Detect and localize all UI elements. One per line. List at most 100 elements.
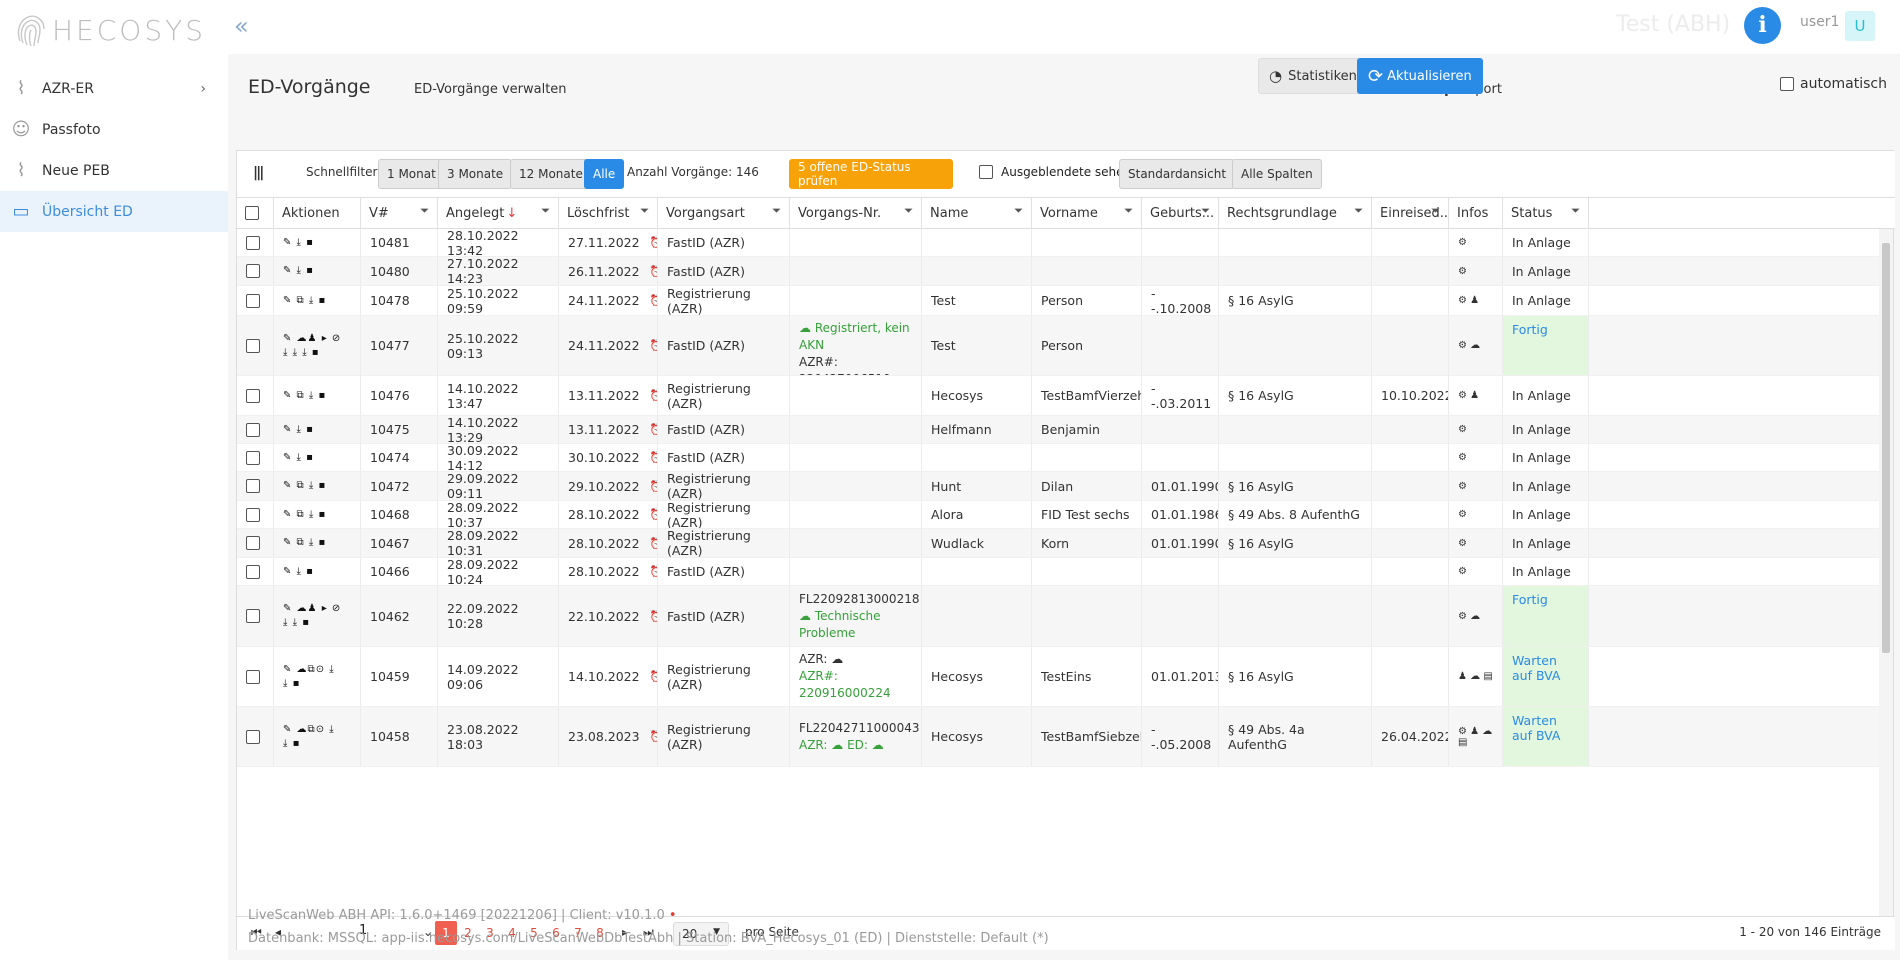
info-icons[interactable]: ⚙ [1458, 509, 1467, 520]
action-icons[interactable]: ⤓ ⤓ ⤓ ▪ [283, 346, 341, 360]
row-actions[interactable]: ✎ ⧉ ⤓ ▪ [283, 294, 326, 308]
filter-icon[interactable]: ⏷ [541, 204, 550, 218]
table-row[interactable]: ✎ ☁⧉⊙ ⤓ ⤓ ▪ 10458 23.08.2022 18:03 23.08.202… [237, 707, 1879, 767]
action-icons[interactable]: ✎ ⤓ ▪ [283, 565, 314, 579]
table-row[interactable]: ✎ ⧉ ⤓ ▪ 10472 29.09.2022 09:11 29.10.2022 ⏰ R… [237, 472, 1879, 501]
info-icons[interactable]: ⚙ ♟ ☁▤ [1458, 726, 1493, 748]
auto-refresh-toggle[interactable]: automatisch [1780, 76, 1887, 92]
table-row[interactable]: ✎ ⧉ ⤓ ▪ 10468 28.09.2022 10:37 28.10.2022 ⏰ R… [237, 501, 1879, 529]
row-checkbox[interactable] [246, 293, 260, 308]
sidebar-item-2[interactable]: ⌇ Neue PEB [0, 150, 228, 191]
column-header-10[interactable]: Einreised... ⏷ [1372, 198, 1449, 230]
filter-icon[interactable]: ⏷ [904, 204, 913, 218]
action-icons[interactable]: ✎ ☁♟ ▸ ⊘ [283, 332, 341, 346]
column-header-11[interactable]: Infos [1449, 198, 1503, 230]
row-checkbox[interactable] [246, 564, 260, 579]
filter-icon[interactable]: ⏷ [1201, 204, 1210, 218]
alarm-clock-icon[interactable]: ⏰ [650, 294, 657, 307]
action-icons[interactable]: ✎ ⧉ ⤓ ▪ [283, 479, 326, 493]
table-row[interactable]: ✎ ⤓ ▪ 10466 28.09.2022 10:24 28.10.2022 ⏰ Fas… [237, 558, 1879, 586]
row-checkbox[interactable] [246, 479, 260, 493]
sidebar-item-0[interactable]: ⌇ AZR-ER › [0, 68, 228, 109]
table-row[interactable]: ✎ ☁⧉⊙ ⤓ ⤓ ▪ 10459 14.09.2022 09:06 14.10.202… [237, 647, 1879, 707]
row-checkbox[interactable] [246, 388, 260, 403]
filter-12-months-button[interactable]: 12 Monate [510, 159, 592, 189]
filter-icon[interactable]: ⏷ [1431, 204, 1440, 218]
row-checkbox[interactable] [246, 422, 260, 437]
row-actions[interactable]: ✎ ☁⧉⊙ ⤓ ⤓ ▪ [283, 723, 335, 751]
row-checkbox[interactable] [246, 338, 260, 353]
alarm-clock-icon[interactable]: ⏰ [650, 730, 657, 743]
row-actions[interactable]: ✎ ⤓ ▪ [283, 423, 314, 437]
info-icons[interactable]: ♟ ☁ ▤ [1458, 671, 1493, 682]
alarm-clock-icon[interactable]: ⏰ [650, 508, 657, 521]
refresh-button[interactable]: ⟳ Aktualisieren [1357, 58, 1483, 94]
action-icons[interactable]: ✎ ⧉ ⤓ ▪ [283, 389, 326, 403]
info-icons[interactable]: ⚙ ♟ [1458, 390, 1479, 401]
column-header-3[interactable]: Löschfrist ⏷ [559, 198, 658, 230]
table-row[interactable]: ✎ ⤓ ▪ 10481 28.10.2022 13:42 27.11.2022 ⏰ Fas… [237, 229, 1879, 257]
row-checkbox[interactable] [246, 235, 260, 250]
alarm-clock-icon[interactable]: ⏰ [650, 265, 657, 278]
alarm-clock-icon[interactable]: ⏰ [650, 339, 657, 352]
action-icons[interactable]: ✎ ⧉ ⤓ ▪ [283, 294, 326, 308]
action-icons[interactable]: ✎ ⧉ ⤓ ▪ [283, 536, 326, 550]
action-icons[interactable]: ✎ ☁⧉⊙ ⤓ [283, 723, 335, 737]
row-actions[interactable]: ✎ ☁♟ ▸ ⊘ ⤓ ⤓ ⤓ ▪ [283, 332, 341, 360]
table-row[interactable]: ✎ ☁♟ ▸ ⊘ ⤓ ⤓ ▪ 10462 22.09.2022 10:28 22.10.… [237, 586, 1879, 647]
table-row[interactable]: ✎ ⧉ ⤓ ▪ 10478 25.10.2022 09:59 24.11.2022 ⏰ R… [237, 286, 1879, 316]
row-actions[interactable]: ✎ ☁⧉⊙ ⤓ ⤓ ▪ [283, 663, 335, 691]
row-actions[interactable]: ✎ ☁♟ ▸ ⊘ ⤓ ⤓ ▪ [283, 602, 341, 630]
filter-icon[interactable]: ⏷ [1014, 204, 1023, 218]
statistics-button[interactable]: ◔ Statistiken [1258, 58, 1368, 94]
column-header-8[interactable]: Geburts... ⏷ [1142, 198, 1219, 230]
table-row[interactable]: ✎ ⧉ ⤓ ▪ 10476 14.10.2022 13:47 13.11.2022 ⏰ R… [237, 376, 1879, 416]
row-checkbox[interactable] [246, 450, 260, 465]
status-badge[interactable]: Warten auf BVA [1512, 653, 1560, 683]
alarm-clock-icon[interactable]: ⏰ [650, 610, 657, 623]
status-badge[interactable]: Fortig [1512, 322, 1548, 337]
alarm-clock-icon[interactable]: ⏰ [650, 451, 657, 464]
column-header-7[interactable]: Vorname ⏷ [1032, 198, 1142, 230]
sidebar-item-3[interactable]: ▭ Übersicht ED [0, 191, 228, 232]
row-checkbox[interactable] [246, 609, 260, 623]
column-header-12[interactable]: Status ⏷ [1503, 198, 1589, 230]
user-name[interactable]: user1 [1800, 14, 1839, 30]
column-header-9[interactable]: Rechtsgrundlage ⏷ [1219, 198, 1372, 230]
alarm-clock-icon[interactable]: ⏰ [650, 565, 657, 578]
info-icons[interactable]: ⚙ [1458, 538, 1467, 549]
row-actions[interactable]: ✎ ⧉ ⤓ ▪ [283, 389, 326, 403]
action-icons[interactable]: ✎ ☁♟ ▸ ⊘ [283, 602, 341, 616]
alarm-clock-icon[interactable]: ⏰ [650, 389, 657, 402]
auto-refresh-checkbox[interactable] [1780, 77, 1794, 91]
action-icons[interactable]: ✎ ⤓ ▪ [283, 451, 314, 465]
table-row[interactable]: ✎ ⤓ ▪ 10475 14.10.2022 13:29 13.11.2022 ⏰ Fas… [237, 416, 1879, 444]
info-icons[interactable]: ⚙ [1458, 481, 1467, 492]
row-checkbox[interactable] [246, 729, 260, 744]
table-row[interactable]: ✎ ⧉ ⤓ ▪ 10467 28.09.2022 10:31 28.10.2022 ⏰ R… [237, 529, 1879, 558]
column-header-2[interactable]: Angelegt ↓ ⏷ [438, 198, 559, 230]
row-actions[interactable]: ✎ ⧉ ⤓ ▪ [283, 536, 326, 550]
info-icons[interactable]: ⚙ [1458, 266, 1467, 277]
sidebar-item-1[interactable]: ☺ Passfoto [0, 109, 228, 150]
row-checkbox[interactable] [246, 536, 260, 550]
info-icons[interactable]: ⚙ [1458, 237, 1467, 248]
info-icons[interactable]: ⚙ [1458, 424, 1467, 435]
row-actions[interactable]: ✎ ⧉ ⤓ ▪ [283, 508, 326, 522]
alarm-clock-icon[interactable]: ⏰ [650, 537, 657, 550]
row-actions[interactable]: ✎ ⧉ ⤓ ▪ [283, 479, 326, 493]
action-icons[interactable]: ⤓ ⤓ ▪ [283, 616, 341, 630]
table-row[interactable]: ✎ ☁♟ ▸ ⊘ ⤓ ⤓ ⤓ ▪ 10477 25.10.2022 09:13 24.1… [237, 316, 1879, 376]
row-actions[interactable]: ✎ ⤓ ▪ [283, 565, 314, 579]
vertical-scrollbar[interactable] [1879, 229, 1893, 916]
column-header-1[interactable]: V# ⏷ [361, 198, 438, 230]
info-icons[interactable]: ⚙ [1458, 566, 1467, 577]
alarm-clock-icon[interactable]: ⏰ [650, 236, 657, 249]
filter-icon[interactable]: ⏷ [1354, 204, 1363, 218]
alarm-clock-icon[interactable]: ⏰ [650, 423, 657, 436]
row-actions[interactable]: ✎ ⤓ ▪ [283, 451, 314, 465]
filter-icon[interactable]: ⏷ [1571, 204, 1580, 218]
info-icons[interactable]: ⚙ ♟ [1458, 295, 1479, 306]
info-icons[interactable]: ⚙ ☁ [1458, 611, 1480, 622]
info-icon[interactable]: i [1744, 7, 1781, 44]
